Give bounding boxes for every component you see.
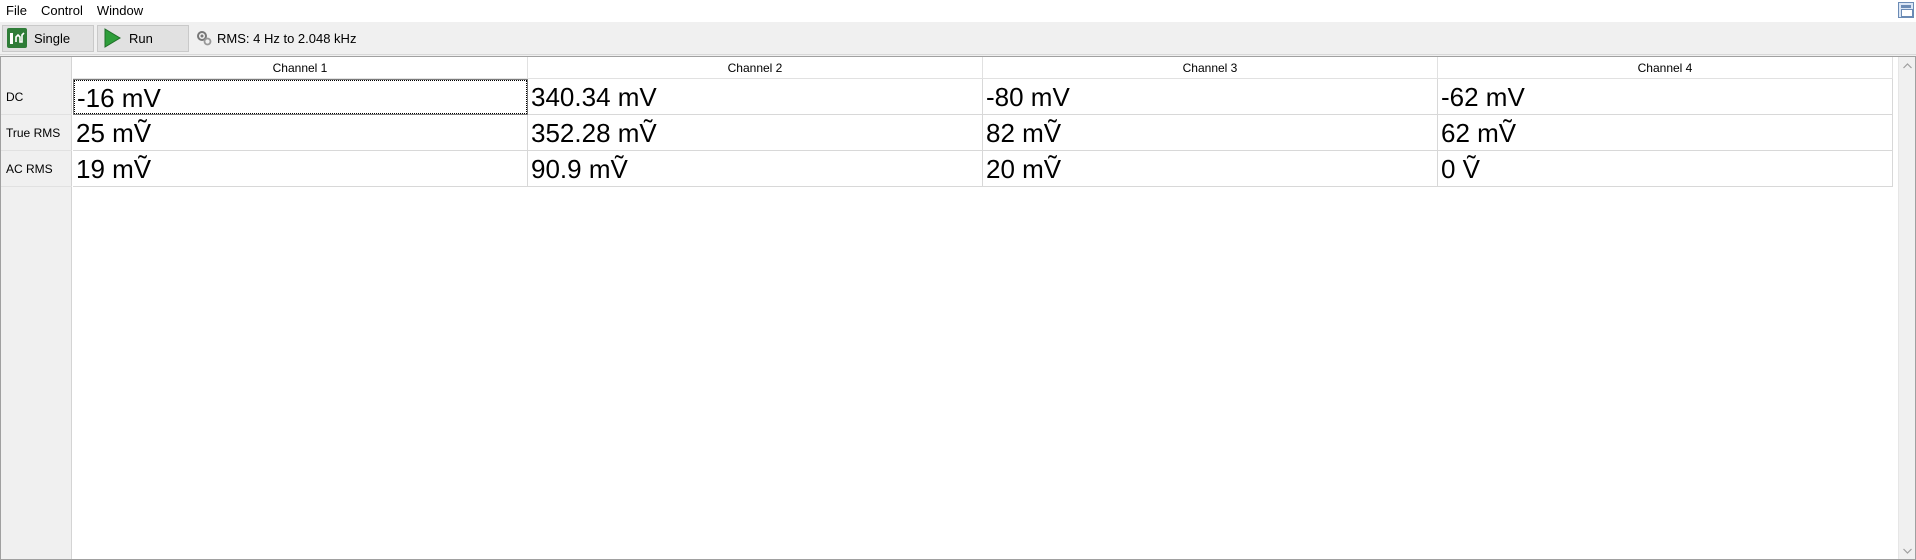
table-cell[interactable]: -16 mV [73,79,528,115]
single-button-label: Single [34,30,71,46]
status-text: RMS: 4 Hz to 2.048 kHz [217,30,357,46]
single-button[interactable]: Single [2,24,94,52]
table-cell[interactable]: 62 mṼ [1438,115,1893,151]
window-restore-icon[interactable] [1898,2,1914,18]
menu-window[interactable]: Window [90,0,150,22]
column-header-channel-2[interactable]: Channel 2 [528,57,983,79]
table-cell[interactable]: 25 mṼ [73,115,528,151]
table-cell[interactable]: 90.9 mṼ [528,151,983,187]
table-cell[interactable]: -80 mV [983,79,1438,115]
scroll-up-button[interactable] [1899,57,1915,74]
table-cell[interactable]: 82 mṼ [983,115,1438,151]
play-icon [104,28,121,48]
table-cell[interactable]: 0 Ṽ [1438,151,1893,187]
column-header-channel-3[interactable]: Channel 3 [983,57,1438,79]
app-window: File Control Window Single Run RMS: 4 Hz… [0,0,1916,560]
row-header-dc[interactable]: DC [1,79,72,115]
menu-file[interactable]: File [0,0,34,22]
column-header-channel-1[interactable]: Channel 1 [73,57,528,79]
menu-bar: File Control Window [0,0,1916,22]
single-capture-icon [7,28,27,48]
chevron-down-icon [1902,548,1912,554]
run-button-label: Run [129,30,153,46]
table-cell[interactable]: 340.34 mV [528,79,983,115]
table-cell[interactable]: 20 mṼ [983,151,1438,187]
menu-control[interactable]: Control [34,0,90,22]
status-area: RMS: 4 Hz to 2.048 kHz [196,30,356,46]
run-button[interactable]: Run [97,24,189,52]
table-cell[interactable]: -62 mV [1438,79,1893,115]
vertical-scrollbar[interactable] [1898,57,1915,559]
row-header-true-rms[interactable]: True RMS [1,115,72,151]
gears-icon [197,31,212,46]
chevron-up-icon [1902,62,1912,68]
table-cell[interactable]: 19 mṼ [73,151,528,187]
column-header-channel-4[interactable]: Channel 4 [1438,57,1893,79]
toolbar: Single Run RMS: 4 Hz to 2.048 kHz [0,22,1916,55]
row-header-ac-rms[interactable]: AC RMS [1,151,72,187]
table-cell[interactable]: 352.28 mṼ [528,115,983,151]
scroll-down-button[interactable] [1899,542,1915,559]
measurements-table: Channel 1 Channel 2 Channel 3 Channel 4 … [0,56,1916,560]
